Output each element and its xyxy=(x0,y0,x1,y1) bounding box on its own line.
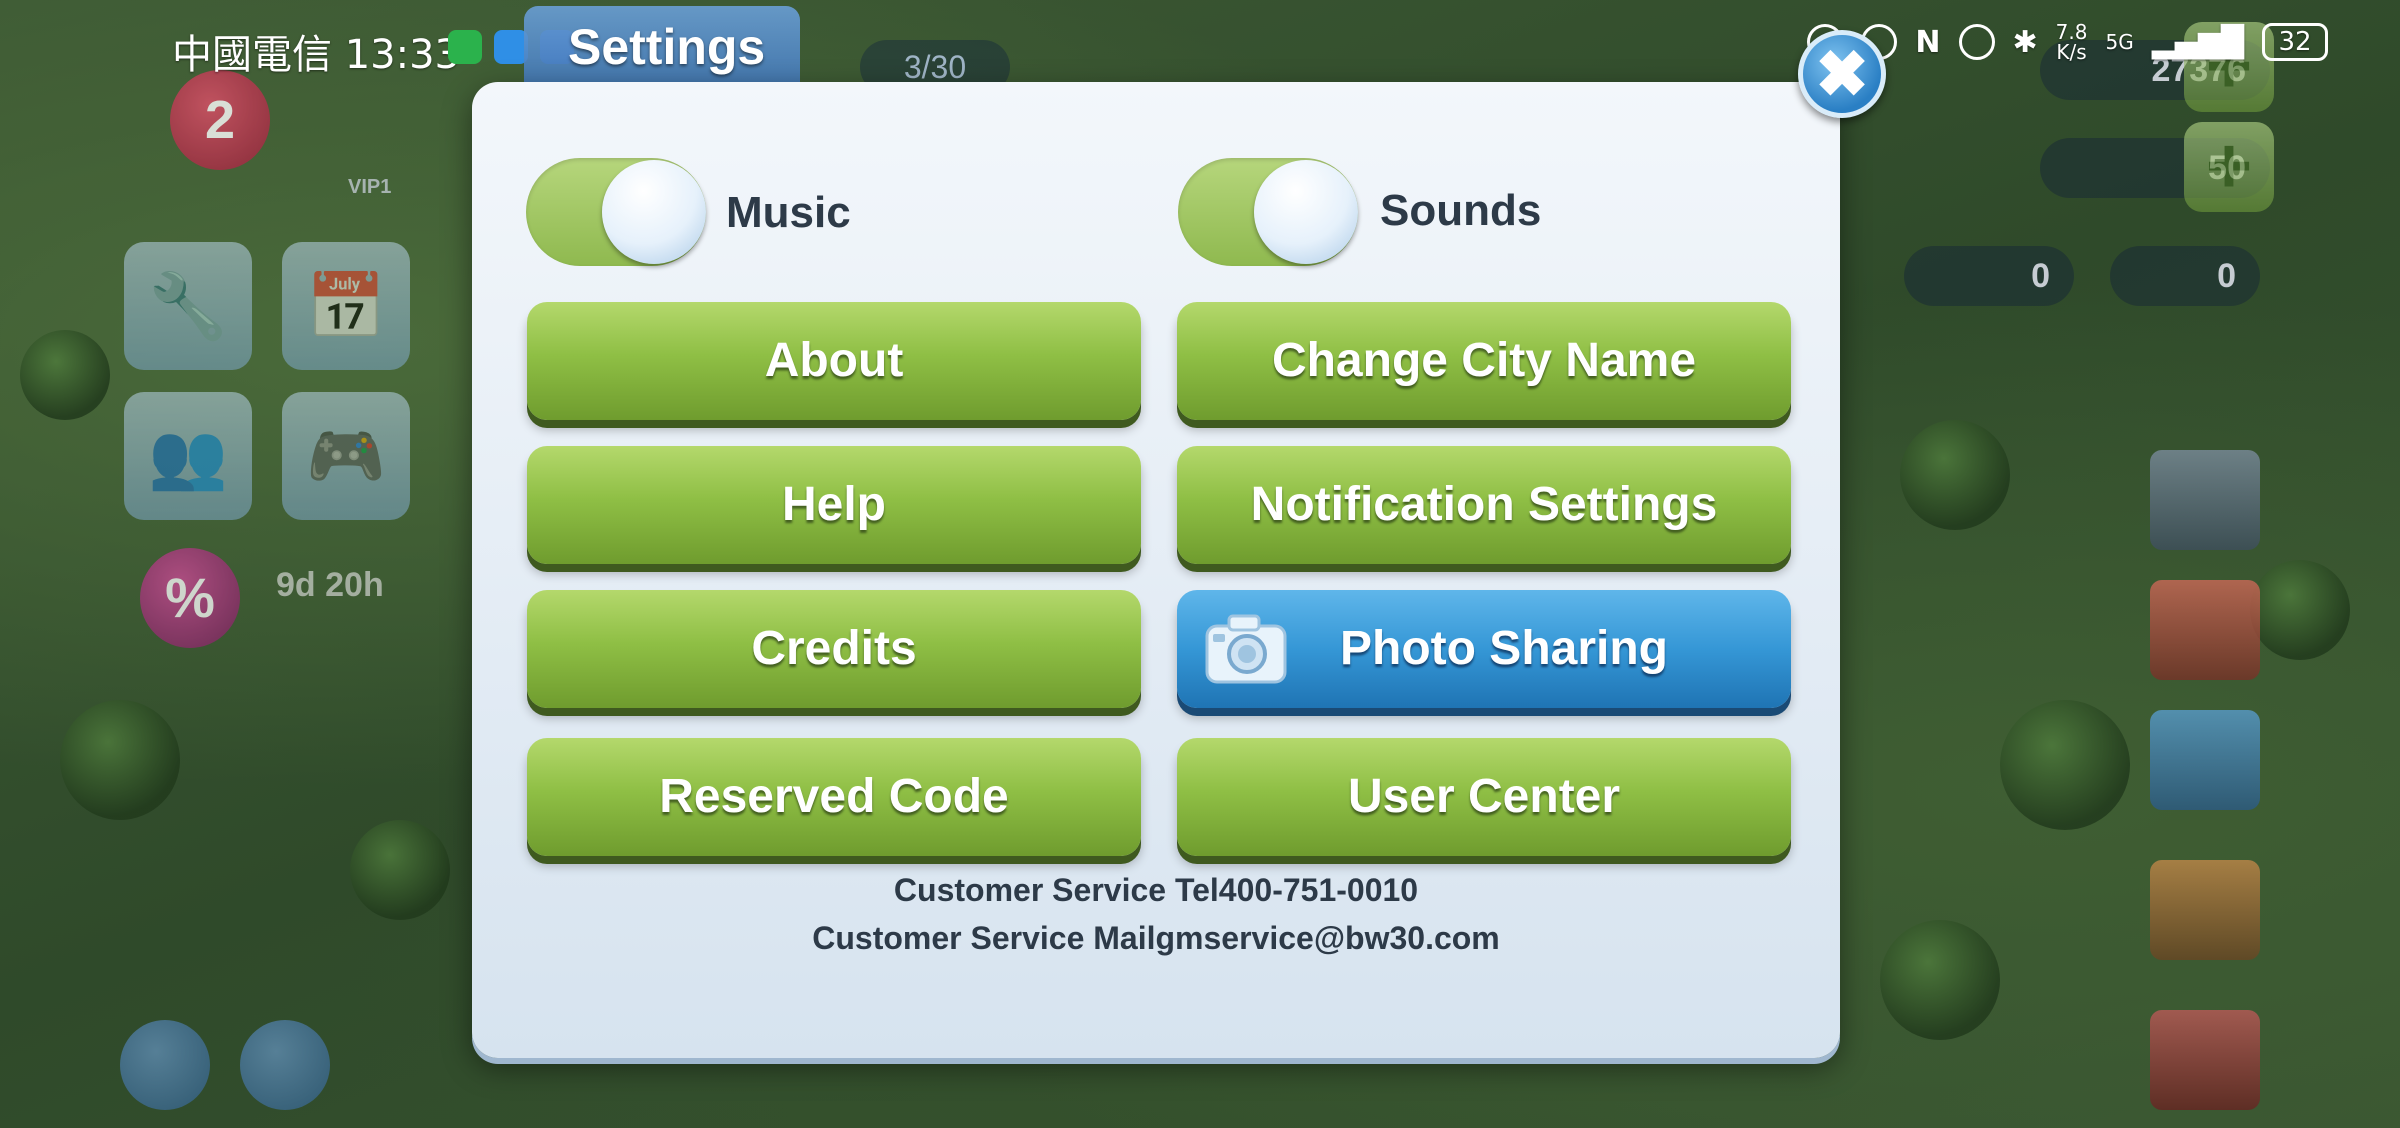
gamepad-icon: 🎮 xyxy=(306,419,386,494)
background-tree xyxy=(2250,560,2350,660)
store-shop-icon[interactable] xyxy=(2150,710,2260,810)
help-button[interactable]: Help xyxy=(527,446,1141,564)
factory-shop-icon[interactable] xyxy=(2150,860,2260,960)
vip-badge[interactable]: VIP1 xyxy=(348,176,391,199)
alarm-icon xyxy=(1958,24,1995,60)
nfc-icon: N xyxy=(1915,24,1941,60)
tools-icon: 🔧 xyxy=(148,269,228,344)
silver-key-count: 0 xyxy=(1904,246,2074,306)
government-shop-icon[interactable] xyxy=(2150,1010,2260,1110)
change-city-name-button[interactable]: Change City Name xyxy=(1177,302,1791,420)
sale-badge[interactable]: % xyxy=(140,548,240,648)
network-speed: 7.8 K/s xyxy=(2056,22,2088,62)
background-tree xyxy=(60,700,180,820)
tools-button[interactable]: 🔧 xyxy=(124,242,252,370)
background-tree xyxy=(1880,920,2000,1040)
gold-key-count: 0 xyxy=(2110,246,2260,306)
gamepad-button[interactable]: 🎮 xyxy=(282,392,410,520)
music-toggle[interactable] xyxy=(526,158,706,266)
background-tree xyxy=(20,330,110,420)
network-speed-value: 7.8 xyxy=(2055,20,2088,44)
friends-button[interactable]: 👥 xyxy=(124,392,252,520)
camera-icon xyxy=(1205,614,1287,684)
toggle-knob xyxy=(1254,160,1358,264)
add-cash-button[interactable]: + xyxy=(2184,122,2274,212)
bluetooth-icon: ✱ xyxy=(2012,24,2038,60)
sale-timer: 9d 20h xyxy=(276,566,384,604)
sounds-label: Sounds xyxy=(1380,186,1542,235)
background-tree xyxy=(350,820,450,920)
dialog-title: Settings xyxy=(568,19,766,75)
road-shop-icon[interactable] xyxy=(2150,450,2260,550)
sounds-toggle[interactable] xyxy=(1178,158,1358,266)
status-indicators: N ✱ 7.8 K/s 5G ▂▄▆█ 32 xyxy=(1807,22,2328,62)
close-icon: ✖ xyxy=(1815,37,1869,110)
wechat-icon xyxy=(448,30,482,64)
music-label: Music xyxy=(726,188,851,237)
calendar-icon: 📅 xyxy=(306,269,386,344)
signal-icon: ▂▄▆█ xyxy=(2151,24,2244,60)
clock: 13:33 xyxy=(344,32,460,78)
battery-indicator: 32 xyxy=(2262,23,2328,61)
about-button[interactable]: About xyxy=(527,302,1141,420)
background-tree xyxy=(2000,700,2130,830)
background-tree xyxy=(1900,420,2010,530)
status-carrier-time: 中國電信 13:33 xyxy=(172,22,460,80)
toggle-knob xyxy=(602,160,706,264)
photo-sharing-label: Photo Sharing xyxy=(1340,622,1668,675)
customer-service-tel: Customer Service Tel400-751-0010 xyxy=(893,872,1419,908)
carrier-name: 中國電信 xyxy=(172,32,332,78)
user-center-button[interactable]: User Center xyxy=(1177,738,1791,856)
photo-sharing-button[interactable]: Photo Sharing xyxy=(1177,590,1791,708)
community-button[interactable] xyxy=(120,1020,210,1110)
reserved-code-button[interactable]: Reserved Code xyxy=(527,738,1141,856)
notification-settings-button[interactable]: Notification Settings xyxy=(1177,446,1791,564)
cloud-icon xyxy=(494,30,528,64)
friends-icon: 👥 xyxy=(148,419,228,494)
credits-button[interactable]: Credits xyxy=(527,590,1141,708)
network-speed-unit: K/s xyxy=(2056,40,2087,64)
network-type: 5G xyxy=(2105,30,2134,54)
customer-service-mail: Customer Service Mailgmservice@bw30.com xyxy=(812,920,1500,956)
mail-button[interactable] xyxy=(240,1020,330,1110)
close-button[interactable]: ✖ xyxy=(1798,30,1886,118)
house-shop-icon[interactable] xyxy=(2150,580,2260,680)
calendar-button[interactable]: 📅 xyxy=(282,242,410,370)
